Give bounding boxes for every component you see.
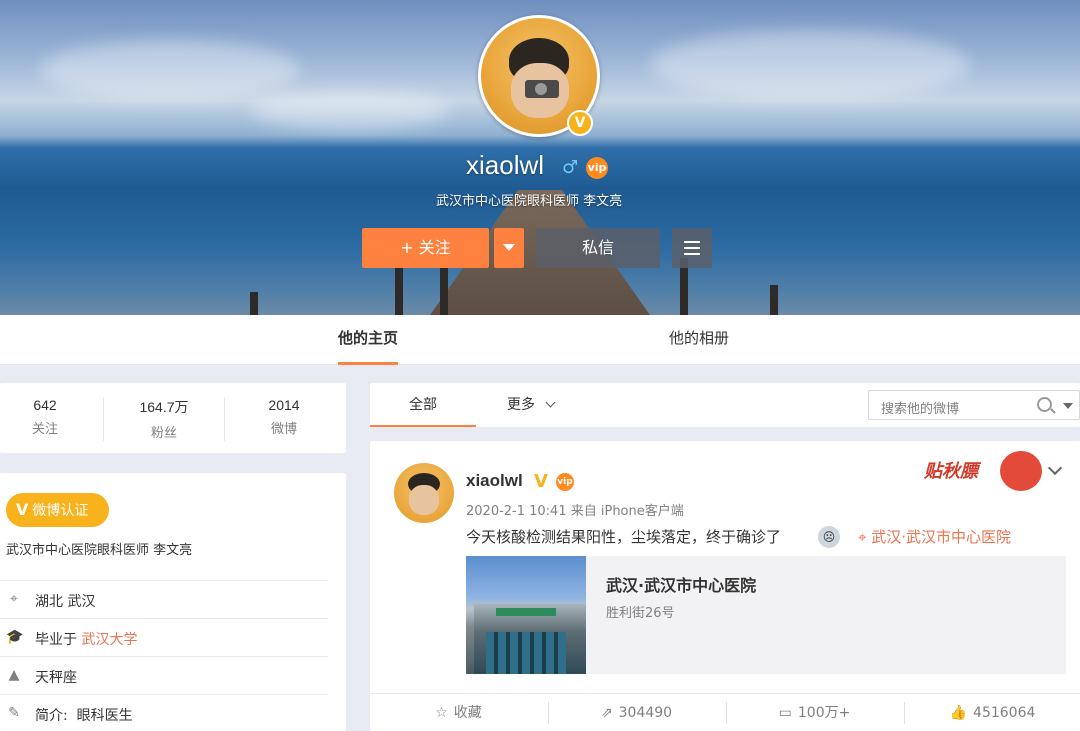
- info-zodiac: 天秤座: [35, 670, 77, 686]
- stat-followers[interactable]: 164.7万 粉丝: [109, 397, 219, 441]
- profile-info-card: V 微博认证 武汉市中心医院眼科医师 李文亮 ⌖ 湖北 武汉 🎓 毕业于 武汉大学…: [0, 473, 346, 731]
- tab-album[interactable]: 他的相册: [669, 315, 729, 365]
- male-icon: ♂: [562, 157, 579, 178]
- bio-value: 眼科医生: [76, 708, 133, 724]
- hospital-photo: [466, 556, 586, 674]
- info-zodiac-row: ▲ 天秤座: [0, 656, 328, 694]
- thumbs-up-icon: 👍: [949, 705, 968, 721]
- post-text: 今天核酸检测结果阳性，尘埃落定，终于确诊了: [466, 528, 782, 546]
- comment-count: 100万+: [797, 705, 851, 721]
- post-author-avatar[interactable]: [394, 463, 454, 523]
- stat-following-label: 关注: [31, 422, 58, 437]
- location-pin-icon: ⌖: [10, 591, 18, 607]
- post-author-name[interactable]: xiaolwl: [466, 471, 523, 491]
- post-meta: 2020-2-1 10:41 来自 iPhone客户端: [466, 504, 684, 519]
- vip-icon: vip: [556, 473, 574, 491]
- edu-school-link[interactable]: 武汉大学: [81, 632, 137, 648]
- location-card-address: 胜利街26号: [606, 606, 675, 621]
- follow-dropdown-button[interactable]: [494, 228, 524, 268]
- stats-card: 642 关注 164.7万 粉丝 2014 微博: [0, 383, 346, 453]
- verified-icon: V: [567, 110, 593, 136]
- stat-posts-count: 2014: [268, 397, 300, 413]
- info-bio-row: ✎ 简介: 眼科医生: [0, 694, 328, 731]
- stat-posts[interactable]: 2014 微博: [229, 397, 339, 437]
- stat-posts-label: 微博: [270, 422, 297, 437]
- like-count: 4516064: [973, 705, 1036, 721]
- profile-tab-bar: 他的主页 他的相册: [0, 315, 1080, 365]
- verified-v-icon: V: [16, 500, 29, 519]
- bio-label: 简介:: [35, 708, 68, 724]
- profile-subtitle: 武汉市中心医院眼科医师 李文亮: [436, 194, 623, 209]
- sticker-text: 贴秋膘: [924, 461, 978, 482]
- search-dropdown-icon[interactable]: [1063, 403, 1073, 409]
- more-menu-button[interactable]: [672, 228, 712, 268]
- weibo-post: xiaolwl V vip 2020-2-1 10:41 来自 iPhone客户…: [370, 441, 1080, 731]
- post-location-text: 武汉·武汉市中心医院: [871, 528, 1011, 546]
- comment-button[interactable]: ▭ 100万+: [726, 694, 903, 731]
- feed-tab-more-label: 更多: [507, 397, 535, 413]
- info-location-row: ⌖ 湖北 武汉: [0, 580, 328, 618]
- verified-title: 武汉市中心医院眼科医师 李文亮: [6, 543, 193, 558]
- follow-button[interactable]: + 关注: [362, 228, 489, 268]
- like-button[interactable]: 👍 4516064: [904, 694, 1080, 731]
- stat-followers-count: 164.7万: [139, 399, 189, 415]
- info-location: 湖北 武汉: [35, 594, 96, 610]
- feed-filter-bar: 全部 更多 搜索他的微博: [370, 383, 1080, 427]
- location-pin-icon: ⌖: [858, 528, 872, 546]
- post-location-link[interactable]: ⌖ 武汉·武汉市中心医院: [858, 526, 1011, 547]
- star-icon: ☆: [435, 705, 448, 721]
- favorite-button[interactable]: ☆ 收藏: [370, 694, 547, 731]
- cake-icon: ▲: [8, 667, 20, 683]
- stat-followers-label: 粉丝: [150, 426, 177, 441]
- repost-button[interactable]: ⇗ 304490: [548, 694, 725, 731]
- graduation-cap-icon: 🎓: [6, 629, 24, 645]
- location-card[interactable]: 武汉·武汉市中心医院 胜利街26号: [466, 556, 1066, 674]
- verified-icon: V: [534, 471, 548, 492]
- weibo-verified-badge[interactable]: V 微博认证: [6, 493, 109, 527]
- edit-icon: ✎: [8, 705, 20, 721]
- search-icon[interactable]: [1037, 397, 1052, 412]
- stat-following[interactable]: 642 关注: [0, 397, 100, 437]
- location-card-title: 武汉·武汉市中心医院: [606, 576, 757, 595]
- message-button[interactable]: 私信: [536, 228, 660, 268]
- stat-following-count: 642: [33, 397, 57, 413]
- share-icon: ⇗: [600, 705, 613, 721]
- post-menu-chevron-icon[interactable]: [1047, 460, 1063, 476]
- search-placeholder: 搜索他的微博: [881, 402, 960, 417]
- weibo-search-input[interactable]: 搜索他的微博: [868, 390, 1080, 420]
- verified-label: 微博认证: [32, 503, 89, 519]
- tab-home[interactable]: 他的主页: [338, 315, 399, 365]
- profile-username: xiaolwl: [466, 150, 545, 180]
- feed-tab-all[interactable]: 全部: [370, 383, 476, 427]
- feed-tab-more[interactable]: 更多: [507, 383, 556, 427]
- vip-icon: vip: [586, 157, 608, 179]
- sad-emoji-icon: ☹: [818, 526, 840, 548]
- favorite-label: 收藏: [453, 705, 482, 721]
- edu-prefix: 毕业于: [35, 632, 77, 648]
- info-education-row: 🎓 毕业于 武汉大学: [0, 618, 328, 656]
- comment-icon: ▭: [778, 705, 792, 721]
- autumn-sticker: 贴秋膘: [924, 451, 1044, 491]
- sticker-mascot-icon: [1000, 451, 1042, 491]
- chevron-down-icon: [546, 397, 556, 408]
- post-action-bar: ☆ 收藏 ⇗ 304490 ▭ 100万+ 👍 4516064: [370, 693, 1080, 731]
- repost-count: 304490: [618, 705, 673, 721]
